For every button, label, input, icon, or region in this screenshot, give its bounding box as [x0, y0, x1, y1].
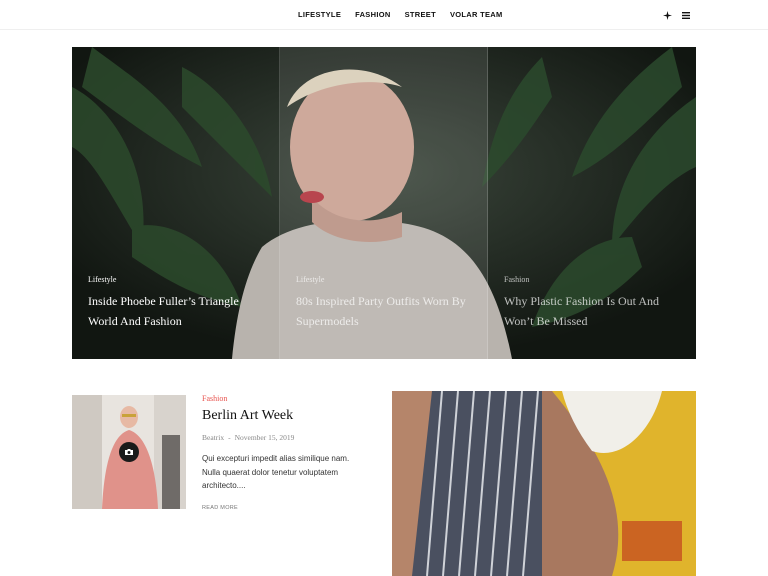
post-excerpt: Qui excepturi impedit alias similique na… [202, 454, 350, 490]
post-author[interactable]: Beatrix [202, 433, 224, 442]
post-meta: Beatrix - November 15, 2019 [202, 433, 294, 442]
hero-slide-title[interactable]: Why Plastic Fashion Is Out And Won’t Be … [504, 291, 684, 331]
read-more-link[interactable]: READ MORE [202, 505, 238, 511]
nav-item-fashion[interactable]: FASHION [355, 10, 390, 19]
hero-slide-category[interactable]: Lifestyle [296, 275, 324, 284]
camera-icon [119, 442, 139, 462]
post-thumbnail[interactable] [72, 395, 186, 509]
nav-item-volar-team[interactable]: VOLAR TEAM [450, 10, 503, 19]
hero-slide-title[interactable]: Inside Phoebe Fuller’s Triangle World An… [88, 291, 268, 331]
feature-photo [392, 391, 696, 576]
hero-slide-title[interactable]: 80s Inspired Party Outfits Worn By Super… [296, 291, 476, 331]
hero-slide-3[interactable]: Fashion Why Plastic Fashion Is Out And W… [488, 47, 696, 359]
menu-icon[interactable] [680, 9, 692, 21]
hero-slide-category[interactable]: Fashion [504, 275, 529, 284]
post-category[interactable]: Fashion [202, 394, 227, 403]
flash-icon[interactable] [661, 9, 673, 21]
post-title[interactable]: Berlin Art Week [202, 408, 293, 424]
site-header: LIFESTYLE FASHION STREET VOLAR TEAM [0, 0, 768, 30]
main-nav: LIFESTYLE FASHION STREET VOLAR TEAM [298, 10, 517, 19]
hero-slide-2[interactable]: Lifestyle 80s Inspired Party Outfits Wor… [280, 47, 488, 359]
hero-slide-category[interactable]: Lifestyle [88, 275, 116, 284]
nav-item-street[interactable]: STREET [405, 10, 436, 19]
meta-separator: - [228, 433, 231, 442]
hero-slide-1[interactable]: Lifestyle Inside Phoebe Fuller’s Triangl… [72, 47, 280, 359]
nav-item-lifestyle[interactable]: LIFESTYLE [298, 10, 341, 19]
hero-slider: Lifestyle Inside Phoebe Fuller’s Triangl… [72, 47, 696, 359]
feature-image[interactable] [392, 391, 696, 576]
post-date: November 15, 2019 [234, 433, 295, 442]
